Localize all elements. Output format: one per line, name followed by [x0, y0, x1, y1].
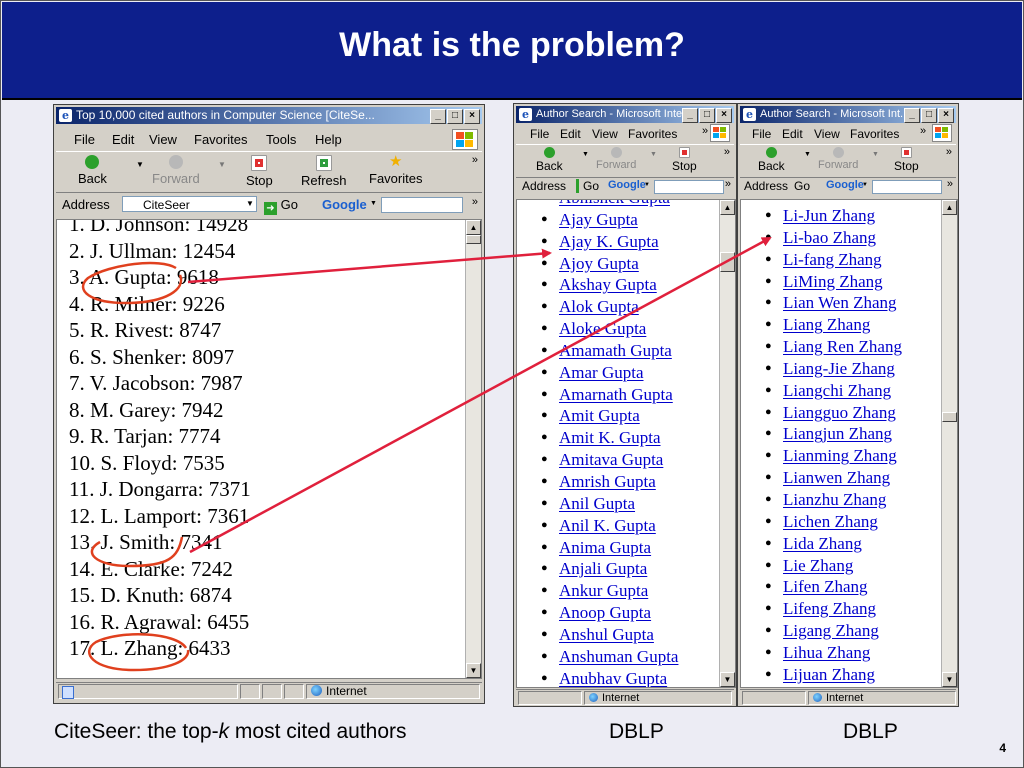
- caption-dblp-zhang: DBLP: [843, 720, 898, 743]
- circle-smith: [90, 536, 184, 568]
- circle-gupta: [81, 261, 183, 305]
- caption-dblp-gupta: DBLP: [609, 720, 664, 743]
- arrow-smith: [189, 236, 772, 554]
- arrow-gupta: [187, 248, 552, 284]
- annotation-overlay: [81, 236, 772, 672]
- caption-citeseer-k: k: [218, 720, 230, 743]
- caption-citeseer: CiteSeer: the top-k most cited authors: [54, 720, 407, 744]
- circle-zhang: [87, 633, 190, 672]
- caption-citeseer-suffix: most cited authors: [229, 720, 407, 743]
- page-number: 4: [999, 741, 1006, 755]
- caption-citeseer-prefix: CiteSeer: the top-: [54, 720, 219, 743]
